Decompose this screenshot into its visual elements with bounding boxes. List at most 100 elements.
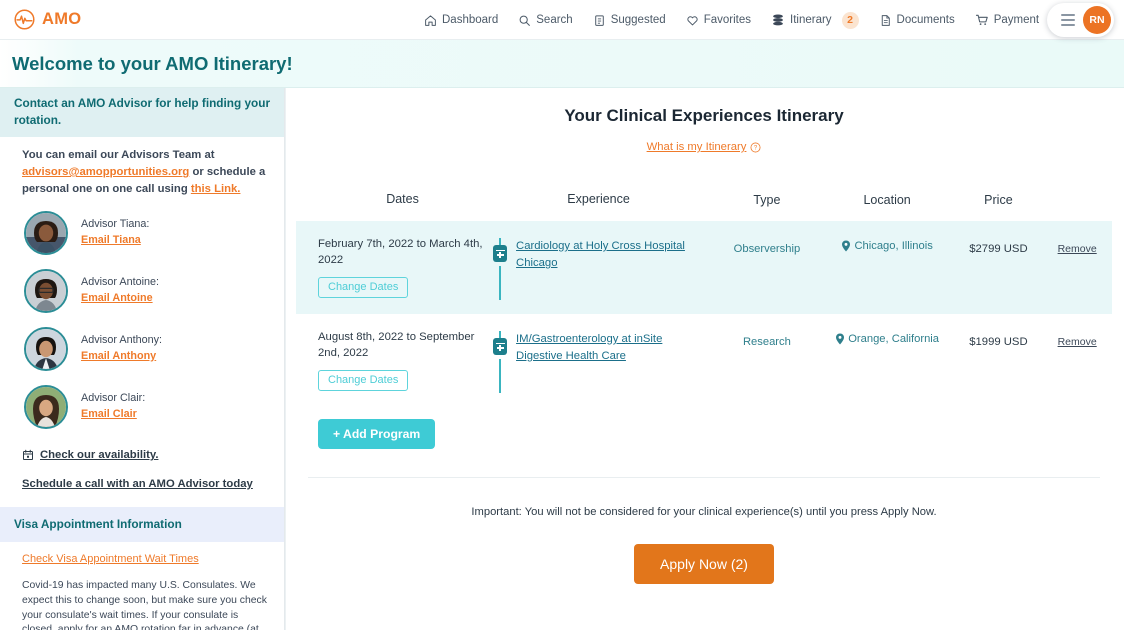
advisor-email-link[interactable]: Email Antoine [81, 291, 159, 307]
primary-nav: Dashboard Search Suggested Favorites Iti… [424, 0, 1101, 40]
itinerary-table-body: February 7th, 2022 to March 4th, 2022 Ch… [296, 221, 1112, 407]
advisor-list: Advisor Tiana: Email Tiana Advisor Antoi… [22, 211, 270, 429]
nav-label-search: Search [536, 14, 573, 26]
nav-item-documents[interactable]: Documents [879, 14, 955, 27]
timeline-marker [493, 237, 508, 300]
portrait-icon [26, 271, 66, 311]
itinerary-title: Your Clinical Experiences Itinerary [564, 106, 844, 125]
remove-link[interactable]: Remove [1058, 243, 1097, 255]
itinerary-count-badge: 2 [841, 11, 859, 29]
column-header-actions [1042, 175, 1112, 221]
itinerary-table: Dates Experience Type Location Price Feb… [296, 175, 1112, 407]
advisor-name: Advisor Anthony: [81, 334, 163, 347]
cell-price: $1999 USD [954, 314, 1043, 407]
portrait-icon [26, 213, 66, 253]
column-header-experience: Experience [567, 192, 630, 206]
row-price-text: $1999 USD [969, 336, 1028, 348]
experience-link[interactable]: IM/Gastroenterology at inSite Digestive … [516, 330, 704, 393]
row-price-text: $2799 USD [969, 243, 1028, 255]
nav-item-search[interactable]: Search [518, 14, 573, 27]
advisor-name: Advisor Clair: [81, 392, 146, 405]
map-pin-icon [836, 333, 845, 345]
nav-right-cluster: RN [1047, 3, 1114, 37]
cell-price: $2799 USD [954, 221, 1043, 314]
hamburger-menu-icon[interactable] [1057, 12, 1079, 27]
row-dates-text: February 7th, 2022 to March 4th, 2022 [318, 238, 483, 266]
advisor-item: Advisor Clair: Email Clair [24, 385, 270, 429]
advisor-photo-clair [24, 385, 68, 429]
svg-text:?: ? [754, 145, 758, 151]
check-availability-row[interactable]: Check our availability. [22, 449, 270, 461]
apply-now-button[interactable]: Apply Now (2) [634, 544, 774, 584]
what-is-itinerary-row[interactable]: What is my Itinerary ? [296, 141, 1112, 153]
add-program-button[interactable]: + Add Program [318, 419, 436, 449]
column-header-price: Price [984, 193, 1013, 207]
schedule-call-row[interactable]: Schedule a call with an AMO Advisor toda… [22, 478, 270, 490]
contact-advisor-body: You can email our Advisors Team at advis… [0, 137, 284, 429]
cell-dates: February 7th, 2022 to March 4th, 2022 Ch… [296, 221, 494, 314]
column-header-type: Type [753, 193, 781, 207]
welcome-banner: Welcome to your AMO Itinerary! [0, 40, 1124, 88]
nav-item-payment[interactable]: Payment [975, 13, 1039, 27]
question-circle-icon[interactable]: ? [750, 142, 761, 153]
clipboard-icon [594, 14, 604, 26]
avatar[interactable]: RN [1083, 6, 1111, 34]
advisor-name: Advisor Antoine: [81, 276, 160, 289]
section-divider [308, 477, 1100, 478]
nav-item-favorites[interactable]: Favorites [686, 14, 751, 27]
nav-label-dashboard: Dashboard [442, 14, 499, 26]
itinerary-table-head: Dates Experience Type Location Price [296, 175, 1112, 221]
advisor-intro-prefix: You can email our Advisors Team at [22, 149, 215, 162]
cell-location: Chicago, Illinois [819, 221, 955, 314]
apply-notice-text: Important: You will not be considered fo… [471, 506, 937, 518]
sidebar: Contact an AMO Advisor for help finding … [0, 88, 285, 630]
schedule-call-link[interactable]: Schedule a call with an AMO Advisor toda… [22, 478, 253, 490]
advisor-photo-antoine [24, 269, 68, 313]
visa-information-title: Visa Appointment Information [14, 517, 182, 531]
advisor-meta: Advisor Anthony: Email Anthony [81, 333, 162, 364]
document-icon [881, 14, 890, 26]
layers-icon [773, 14, 783, 26]
what-is-itinerary-link[interactable]: What is my Itinerary [647, 141, 747, 153]
nav-item-suggested[interactable]: Suggested [593, 14, 666, 27]
advisor-meta: Advisor Clair: Email Clair [81, 391, 145, 422]
main-content: Your Clinical Experiences Itinerary What… [285, 88, 1124, 630]
nav-label-suggested: Suggested [610, 14, 666, 26]
home-icon [425, 14, 436, 26]
brand-logo[interactable]: AMO [14, 9, 81, 30]
contact-advisor-header: Contact an AMO Advisor for help finding … [0, 88, 284, 138]
advisors-email-link[interactable]: advisors@amopportunities.org [22, 166, 189, 178]
advisor-meta: Advisor Tiana: Email Tiana [81, 217, 149, 248]
visa-wait-times-link[interactable]: Check Visa Appointment Wait Times [22, 553, 270, 565]
nav-label-itinerary: Itinerary [790, 14, 832, 26]
check-availability-link[interactable]: Check our availability. [40, 449, 158, 461]
advisor-item: Advisor Anthony: Email Anthony [24, 327, 270, 371]
experience-link[interactable]: Cardiology at Holy Cross Hospital Chicag… [516, 237, 704, 300]
table-row: February 7th, 2022 to March 4th, 2022 Ch… [296, 221, 1112, 314]
change-dates-button[interactable]: Change Dates [318, 369, 409, 391]
contact-advisor-title: Contact an AMO Advisor for help finding … [14, 96, 271, 128]
advisor-email-link[interactable]: Email Clair [81, 407, 145, 423]
advisor-intro-text: You can email our Advisors Team at advis… [22, 147, 270, 198]
advisor-email-link[interactable]: Email Tiana [81, 233, 149, 249]
cell-type: Research [714, 314, 820, 407]
nav-item-itinerary[interactable]: Itinerary 2 [771, 11, 859, 29]
brand-name: AMO [42, 10, 82, 28]
nav-label-favorites: Favorites [703, 14, 751, 26]
advisor-email-link[interactable]: Email Anthony [81, 349, 162, 365]
nav-label-payment: Payment [993, 14, 1040, 26]
nav-item-dashboard[interactable]: Dashboard [424, 14, 498, 27]
cell-experience: IM/Gastroenterology at inSite Digestive … [493, 314, 715, 407]
medical-bag-icon [493, 245, 508, 262]
visa-information-header: Visa Appointment Information [0, 507, 284, 543]
change-dates-button[interactable]: Change Dates [318, 276, 409, 298]
page-body: Contact an AMO Advisor for help finding … [0, 88, 1124, 630]
advisor-item: Advisor Antoine: Email Antoine [24, 269, 270, 313]
map-pin-icon [842, 240, 851, 252]
row-type-text: Observership [733, 243, 801, 255]
schedule-call-inline-link[interactable]: this Link. [191, 183, 241, 195]
nav-label-documents: Documents [896, 14, 955, 26]
user-menu-button[interactable]: RN [1047, 3, 1114, 37]
column-header-dates: Dates [386, 192, 419, 206]
remove-link[interactable]: Remove [1058, 336, 1097, 348]
